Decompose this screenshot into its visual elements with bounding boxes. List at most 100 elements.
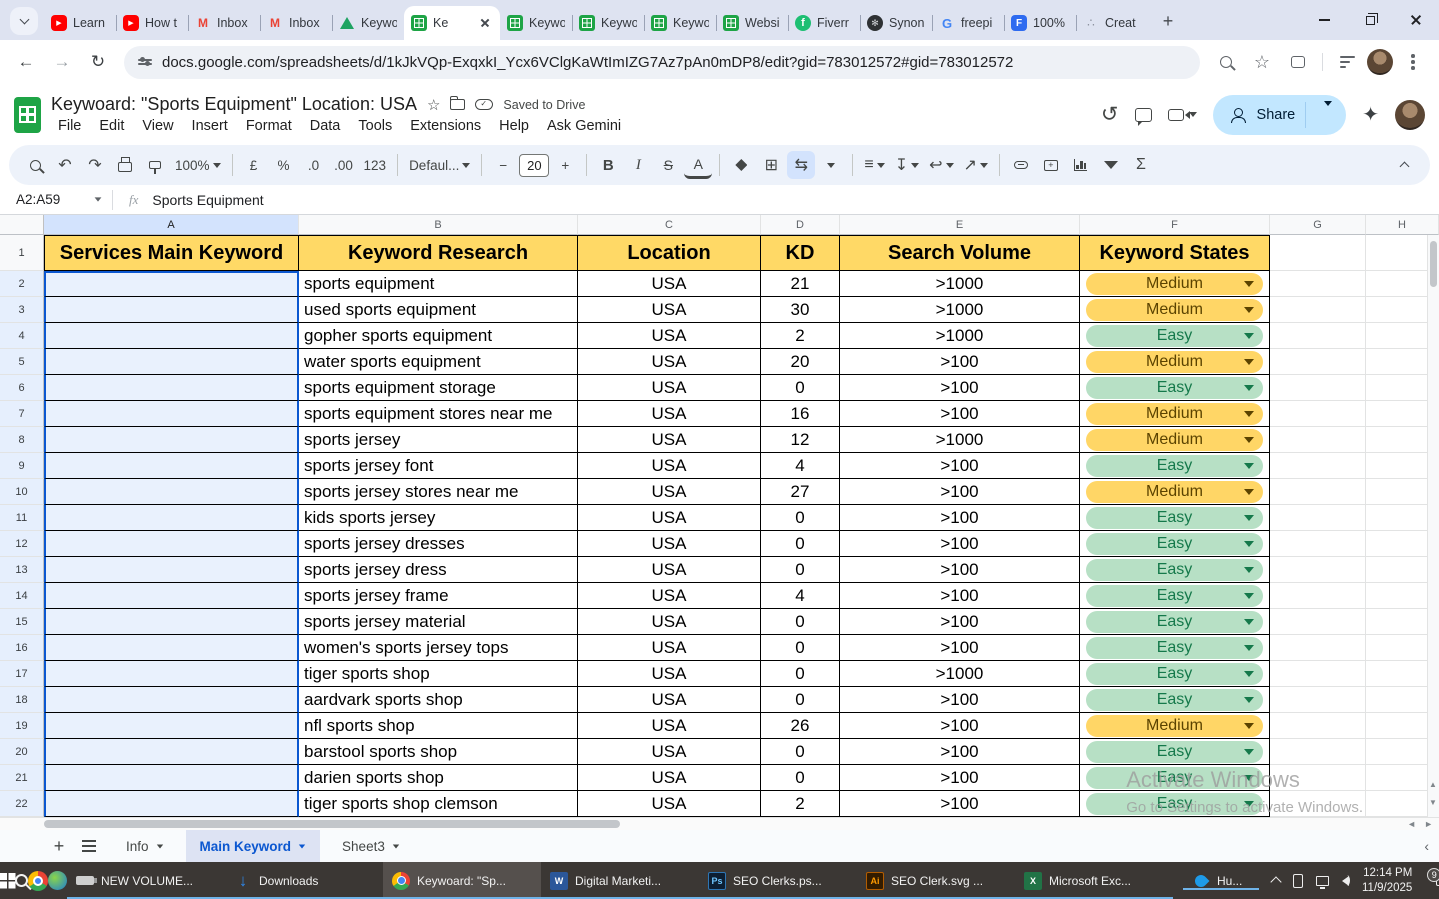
cell-kd[interactable]: 0 xyxy=(761,505,840,531)
scroll-left-button[interactable]: ◄ xyxy=(1407,819,1416,829)
taskbar-search-button[interactable] xyxy=(15,862,28,899)
cell-state[interactable]: Easy xyxy=(1080,583,1270,609)
browser-menu-button[interactable] xyxy=(1397,46,1429,78)
state-dropdown-chip[interactable]: Easy xyxy=(1086,377,1263,399)
cell-state[interactable]: Easy xyxy=(1080,531,1270,557)
find-button[interactable] xyxy=(1210,46,1242,78)
decrease-decimal-button[interactable]: .0 xyxy=(300,151,328,179)
borders-button[interactable]: ⊞ xyxy=(757,151,785,179)
horizontal-scrollbar-thumb[interactable] xyxy=(44,820,620,828)
taskbar-clock[interactable]: 12:14 PM 11/9/2025 xyxy=(1362,866,1412,896)
row-header[interactable]: 13 xyxy=(0,557,44,583)
horizontal-scrollbar[interactable]: ◄► xyxy=(0,817,1439,830)
network-icon[interactable] xyxy=(1316,876,1329,886)
browser-tab[interactable]: Keywo xyxy=(500,6,572,40)
cell-kd[interactable]: 0 xyxy=(761,375,840,401)
cell-state[interactable]: Easy xyxy=(1080,791,1270,817)
cell-volume[interactable]: >100 xyxy=(840,609,1080,635)
cell-g[interactable] xyxy=(1270,375,1366,401)
sheets-logo-icon[interactable] xyxy=(14,97,41,133)
cell-main-keyword[interactable] xyxy=(44,661,299,687)
cell-keyword[interactable]: sports equipment xyxy=(299,271,578,297)
sheet-tab[interactable]: Sheet3 xyxy=(328,830,414,862)
column-header-a[interactable]: A xyxy=(44,215,299,235)
cell-state[interactable]: Easy xyxy=(1080,375,1270,401)
cell-main-keyword[interactable] xyxy=(44,687,299,713)
undo-button[interactable]: ↶ xyxy=(51,151,79,179)
column-header-c[interactable]: C xyxy=(578,215,761,235)
cell-main-keyword[interactable] xyxy=(44,271,299,297)
cell-location[interactable]: USA xyxy=(578,297,761,323)
row-header[interactable]: 3 xyxy=(0,297,44,323)
cell-g[interactable] xyxy=(1270,505,1366,531)
taskbar-app-button[interactable]: Digital Marketi... xyxy=(541,862,699,899)
cell-kd[interactable]: 0 xyxy=(761,635,840,661)
cell-kd[interactable]: 2 xyxy=(761,791,840,817)
state-dropdown-chip[interactable]: Medium xyxy=(1086,351,1263,373)
state-dropdown-chip[interactable]: Easy xyxy=(1086,325,1263,347)
cell-volume[interactable]: >1000 xyxy=(840,297,1080,323)
cell-kd[interactable]: 0 xyxy=(761,557,840,583)
reload-button[interactable]: ↻ xyxy=(82,46,114,78)
share-menu-button[interactable] xyxy=(1316,106,1340,124)
cell-kd[interactable]: 0 xyxy=(761,531,840,557)
cell-location[interactable]: USA xyxy=(578,531,761,557)
state-dropdown-chip[interactable]: Easy xyxy=(1086,611,1263,633)
add-sheet-button[interactable]: + xyxy=(44,830,74,862)
tab-search-button[interactable] xyxy=(10,7,38,35)
show-hidden-icons-button[interactable] xyxy=(1270,876,1281,887)
browser-tab[interactable]: freepi xyxy=(932,6,1004,40)
cell-g[interactable] xyxy=(1270,635,1366,661)
format-currency-button[interactable]: £ xyxy=(240,151,268,179)
bold-button[interactable]: B xyxy=(594,151,622,179)
column-header-h[interactable]: H xyxy=(1366,215,1439,235)
reading-list-button[interactable] xyxy=(1331,46,1363,78)
cell-state[interactable]: Easy xyxy=(1080,739,1270,765)
cell-location[interactable]: USA xyxy=(578,635,761,661)
cell-kd[interactable]: 2 xyxy=(761,323,840,349)
row-header[interactable]: 18 xyxy=(0,687,44,713)
cell-volume[interactable]: >100 xyxy=(840,453,1080,479)
cell-keyword[interactable]: tiger sports shop clemson xyxy=(299,791,578,817)
cell-main-keyword[interactable] xyxy=(44,531,299,557)
cell-main-keyword[interactable] xyxy=(44,583,299,609)
state-dropdown-chip[interactable]: Medium xyxy=(1086,273,1263,295)
restore-button[interactable] xyxy=(1347,0,1393,40)
cell-state[interactable]: Medium xyxy=(1080,401,1270,427)
document-title[interactable]: Keywoard: "Sports Equipment" Location: U… xyxy=(51,94,417,115)
insert-comment-button[interactable]: + xyxy=(1037,151,1065,179)
row-header[interactable]: 9 xyxy=(0,453,44,479)
cell-location[interactable]: USA xyxy=(578,609,761,635)
taskbar-app-button[interactable]: SEO Clerk.svg ... xyxy=(857,862,1015,899)
cell-kd[interactable]: 0 xyxy=(761,765,840,791)
cell-d1[interactable]: KD xyxy=(761,235,840,271)
row-header[interactable]: 17 xyxy=(0,661,44,687)
cell-kd[interactable]: 26 xyxy=(761,713,840,739)
state-dropdown-chip[interactable]: Easy xyxy=(1086,507,1263,529)
cell-kd[interactable]: 16 xyxy=(761,401,840,427)
browser-tab[interactable]: Inbox xyxy=(260,6,332,40)
print-button[interactable] xyxy=(111,151,139,179)
cell-state[interactable]: Easy xyxy=(1080,687,1270,713)
browser-tab[interactable]: Learn xyxy=(44,6,116,40)
cell-main-keyword[interactable] xyxy=(44,349,299,375)
row-header[interactable]: 14 xyxy=(0,583,44,609)
column-header-e[interactable]: E xyxy=(840,215,1080,235)
cell-g[interactable] xyxy=(1270,297,1366,323)
strikethrough-button[interactable]: S xyxy=(654,151,682,179)
cell-g[interactable] xyxy=(1270,557,1366,583)
taskbar-app-button[interactable]: SEO Clerks.ps... xyxy=(699,862,857,899)
menu-item[interactable]: Tools xyxy=(351,117,399,135)
state-dropdown-chip[interactable]: Easy xyxy=(1086,637,1263,659)
new-tab-button[interactable]: + xyxy=(1154,7,1182,35)
cell-volume[interactable]: >100 xyxy=(840,531,1080,557)
row-header[interactable]: 15 xyxy=(0,609,44,635)
cell-g[interactable] xyxy=(1270,349,1366,375)
cell-kd[interactable]: 0 xyxy=(761,661,840,687)
cell-state[interactable]: Easy xyxy=(1080,765,1270,791)
scroll-right-button[interactable]: ► xyxy=(1424,819,1433,829)
vertical-scrollbar-thumb[interactable] xyxy=(1430,241,1437,287)
cell-volume[interactable]: >1000 xyxy=(840,427,1080,453)
cell-keyword[interactable]: nfl sports shop xyxy=(299,713,578,739)
text-color-button[interactable]: A xyxy=(684,151,712,179)
